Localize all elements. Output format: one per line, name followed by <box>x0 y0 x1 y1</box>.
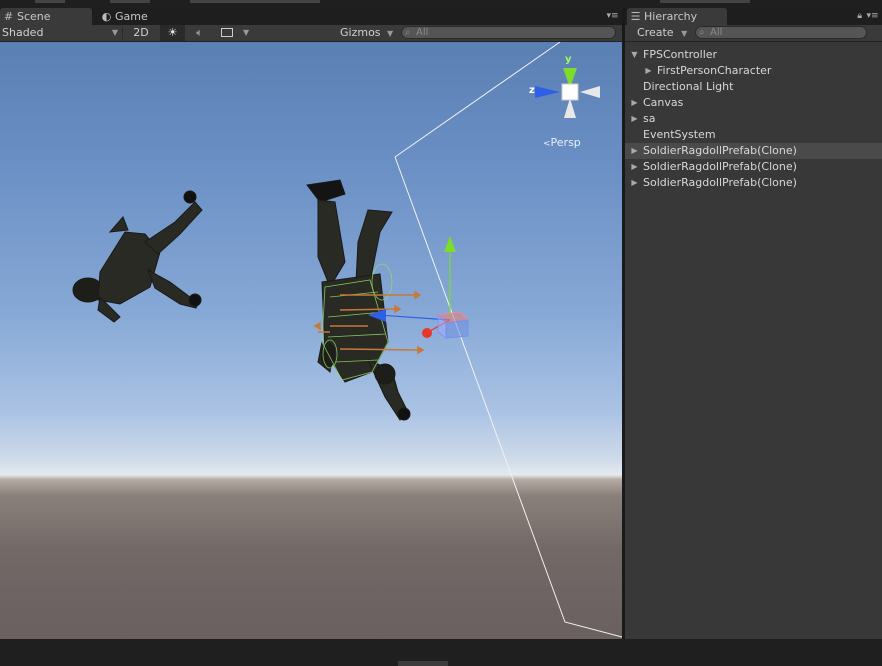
orientation-center-cube[interactable] <box>561 83 579 101</box>
soldier-ragdoll-left[interactable] <box>72 190 203 323</box>
hierarchy-item-label: SoldierRagdollPrefab(Clone) <box>643 176 797 189</box>
fold-collapsed-icon[interactable]: ▶ <box>630 143 639 159</box>
list-icon: ☰ <box>630 10 641 23</box>
hierarchy-item-canvas[interactable]: ▶ Canvas <box>625 95 882 111</box>
scene-tab-bar: # Scene ◐ Game ▾≡ <box>0 8 622 25</box>
frustum-line-bottom <box>394 156 622 638</box>
tab-hierarchy-label: Hierarchy <box>644 10 698 23</box>
hierarchy-item-eventsystem[interactable]: EventSystem <box>625 127 882 143</box>
hierarchy-item-fpscontroller[interactable]: ▼ FPSController <box>625 47 882 63</box>
tab-scene[interactable]: # Scene <box>0 8 92 25</box>
scene-viewport[interactable]: y z <Persp <box>0 42 622 639</box>
scene-render <box>72 42 622 638</box>
hierarchy-toolbar: Create ▼ ⌕ All <box>625 25 882 42</box>
gizmo-z-label: z <box>529 85 535 96</box>
hierarchy-item-label: FirstPersonCharacter <box>657 64 772 77</box>
search-icon: ⌕ <box>699 27 705 38</box>
hierarchy-item-firstpersoncharacter[interactable]: ▶ FirstPersonCharacter <box>625 63 882 79</box>
hierarchy-item-sa[interactable]: ▶ sa <box>625 111 882 127</box>
dropdown-arrow-icon: ▼ <box>111 28 118 37</box>
editor-top-strip <box>0 0 882 8</box>
fold-expanded-icon[interactable]: ▼ <box>630 47 639 63</box>
hierarchy-item-soldier-ragdoll-2[interactable]: ▶ SoldierRagdollPrefab(Clone) <box>625 159 882 175</box>
hierarchy-list: ▼ FPSController ▶ FirstPersonCharacter D… <box>625 42 882 639</box>
hierarchy-tab-bar: ☰ Hierarchy 🔒︎ ▾≡ <box>625 8 882 25</box>
scene-toolbar: Shaded ▼ 2D ☀ 🔈︎ ▼ Gizmos ▼ ⌕ All <box>0 25 622 42</box>
sun-icon[interactable]: ☀ <box>160 25 185 41</box>
shading-mode-dropdown[interactable]: Shaded ▼ <box>2 25 120 41</box>
grid-icon: # <box>3 10 14 23</box>
tab-game[interactable]: ◐ Game <box>98 8 188 25</box>
gizmos-dropdown[interactable]: Gizmos ▼ <box>340 25 395 41</box>
back-arrow-icon: < <box>543 139 551 149</box>
gizmo-y-label: y <box>565 54 572 65</box>
hierarchy-item-label: EventSystem <box>643 128 716 141</box>
dropdown-arrow-icon: ▼ <box>681 29 688 38</box>
hierarchy-item-label: FPSController <box>643 48 718 61</box>
fold-collapsed-icon[interactable]: ▶ <box>630 175 639 191</box>
dropdown-arrow-icon: ▼ <box>387 29 394 38</box>
mode-2d-button[interactable]: 2D <box>125 25 157 41</box>
scene-search-input[interactable]: ⌕ All <box>401 26 616 39</box>
orientation-neg-x-cone[interactable] <box>580 86 600 98</box>
speaker-icon[interactable]: 🔈︎ <box>187 25 212 41</box>
orientation-gizmo[interactable] <box>535 68 600 118</box>
soldier-ragdoll-selected[interactable] <box>306 179 425 421</box>
fold-collapsed-icon[interactable]: ▶ <box>630 95 639 111</box>
hierarchy-item-soldier-ragdoll-1[interactable]: ▶ SoldierRagdollPrefab(Clone) <box>625 143 882 159</box>
lock-icon[interactable]: 🔒︎ <box>857 11 862 21</box>
shading-mode-label: Shaded <box>2 26 44 39</box>
projection-toggle[interactable]: <Persp <box>543 136 581 149</box>
hierarchy-item-label: Canvas <box>643 96 684 109</box>
scene-panel-menu-icon[interactable]: ▾≡ <box>606 12 619 21</box>
hierarchy-item-label: SoldierRagdollPrefab(Clone) <box>643 144 797 157</box>
orientation-neg-y-cone[interactable] <box>564 98 576 118</box>
bottom-panel-bar <box>0 639 882 666</box>
fold-collapsed-icon[interactable]: ▶ <box>630 111 639 127</box>
hierarchy-search-placeholder: All <box>710 27 723 38</box>
hierarchy-item-label: sa <box>643 112 656 125</box>
tab-game-label: Game <box>115 10 148 23</box>
hierarchy-search-input[interactable]: ⌕ All <box>695 26 867 39</box>
frustum-line-top <box>394 42 561 158</box>
toolbar-divider <box>122 27 123 39</box>
gizmo-y-arrow[interactable] <box>444 236 456 252</box>
hierarchy-item-soldier-ragdoll-3[interactable]: ▶ SoldierRagdollPrefab(Clone) <box>625 175 882 191</box>
hierarchy-panel-menu-icon[interactable]: ▾≡ <box>866 12 879 21</box>
scene-search-placeholder: All <box>416 27 429 38</box>
create-dropdown[interactable]: Create ▼ <box>637 25 689 41</box>
tab-scene-label: Scene <box>17 10 51 23</box>
create-label: Create <box>637 26 674 39</box>
hierarchy-item-directional-light[interactable]: Directional Light <box>625 79 882 95</box>
effects-dropdown[interactable]: ▼ <box>215 25 253 41</box>
search-icon: ⌕ <box>405 27 411 38</box>
bottom-tab-stub[interactable] <box>398 661 448 666</box>
gizmos-label: Gizmos <box>340 26 381 39</box>
fold-collapsed-icon[interactable]: ▶ <box>644 63 653 79</box>
projection-label: Persp <box>550 136 581 149</box>
hierarchy-item-label: SoldierRagdollPrefab(Clone) <box>643 160 797 173</box>
image-icon <box>221 28 233 37</box>
hierarchy-item-label: Directional Light <box>643 80 734 93</box>
orientation-z-cone[interactable] <box>535 86 560 98</box>
fold-collapsed-icon[interactable]: ▶ <box>630 159 639 175</box>
pacman-icon: ◐ <box>101 10 112 23</box>
gizmo-x-handle[interactable] <box>422 328 432 338</box>
dropdown-arrow-icon: ▼ <box>243 28 250 37</box>
tab-hierarchy[interactable]: ☰ Hierarchy <box>627 8 727 25</box>
